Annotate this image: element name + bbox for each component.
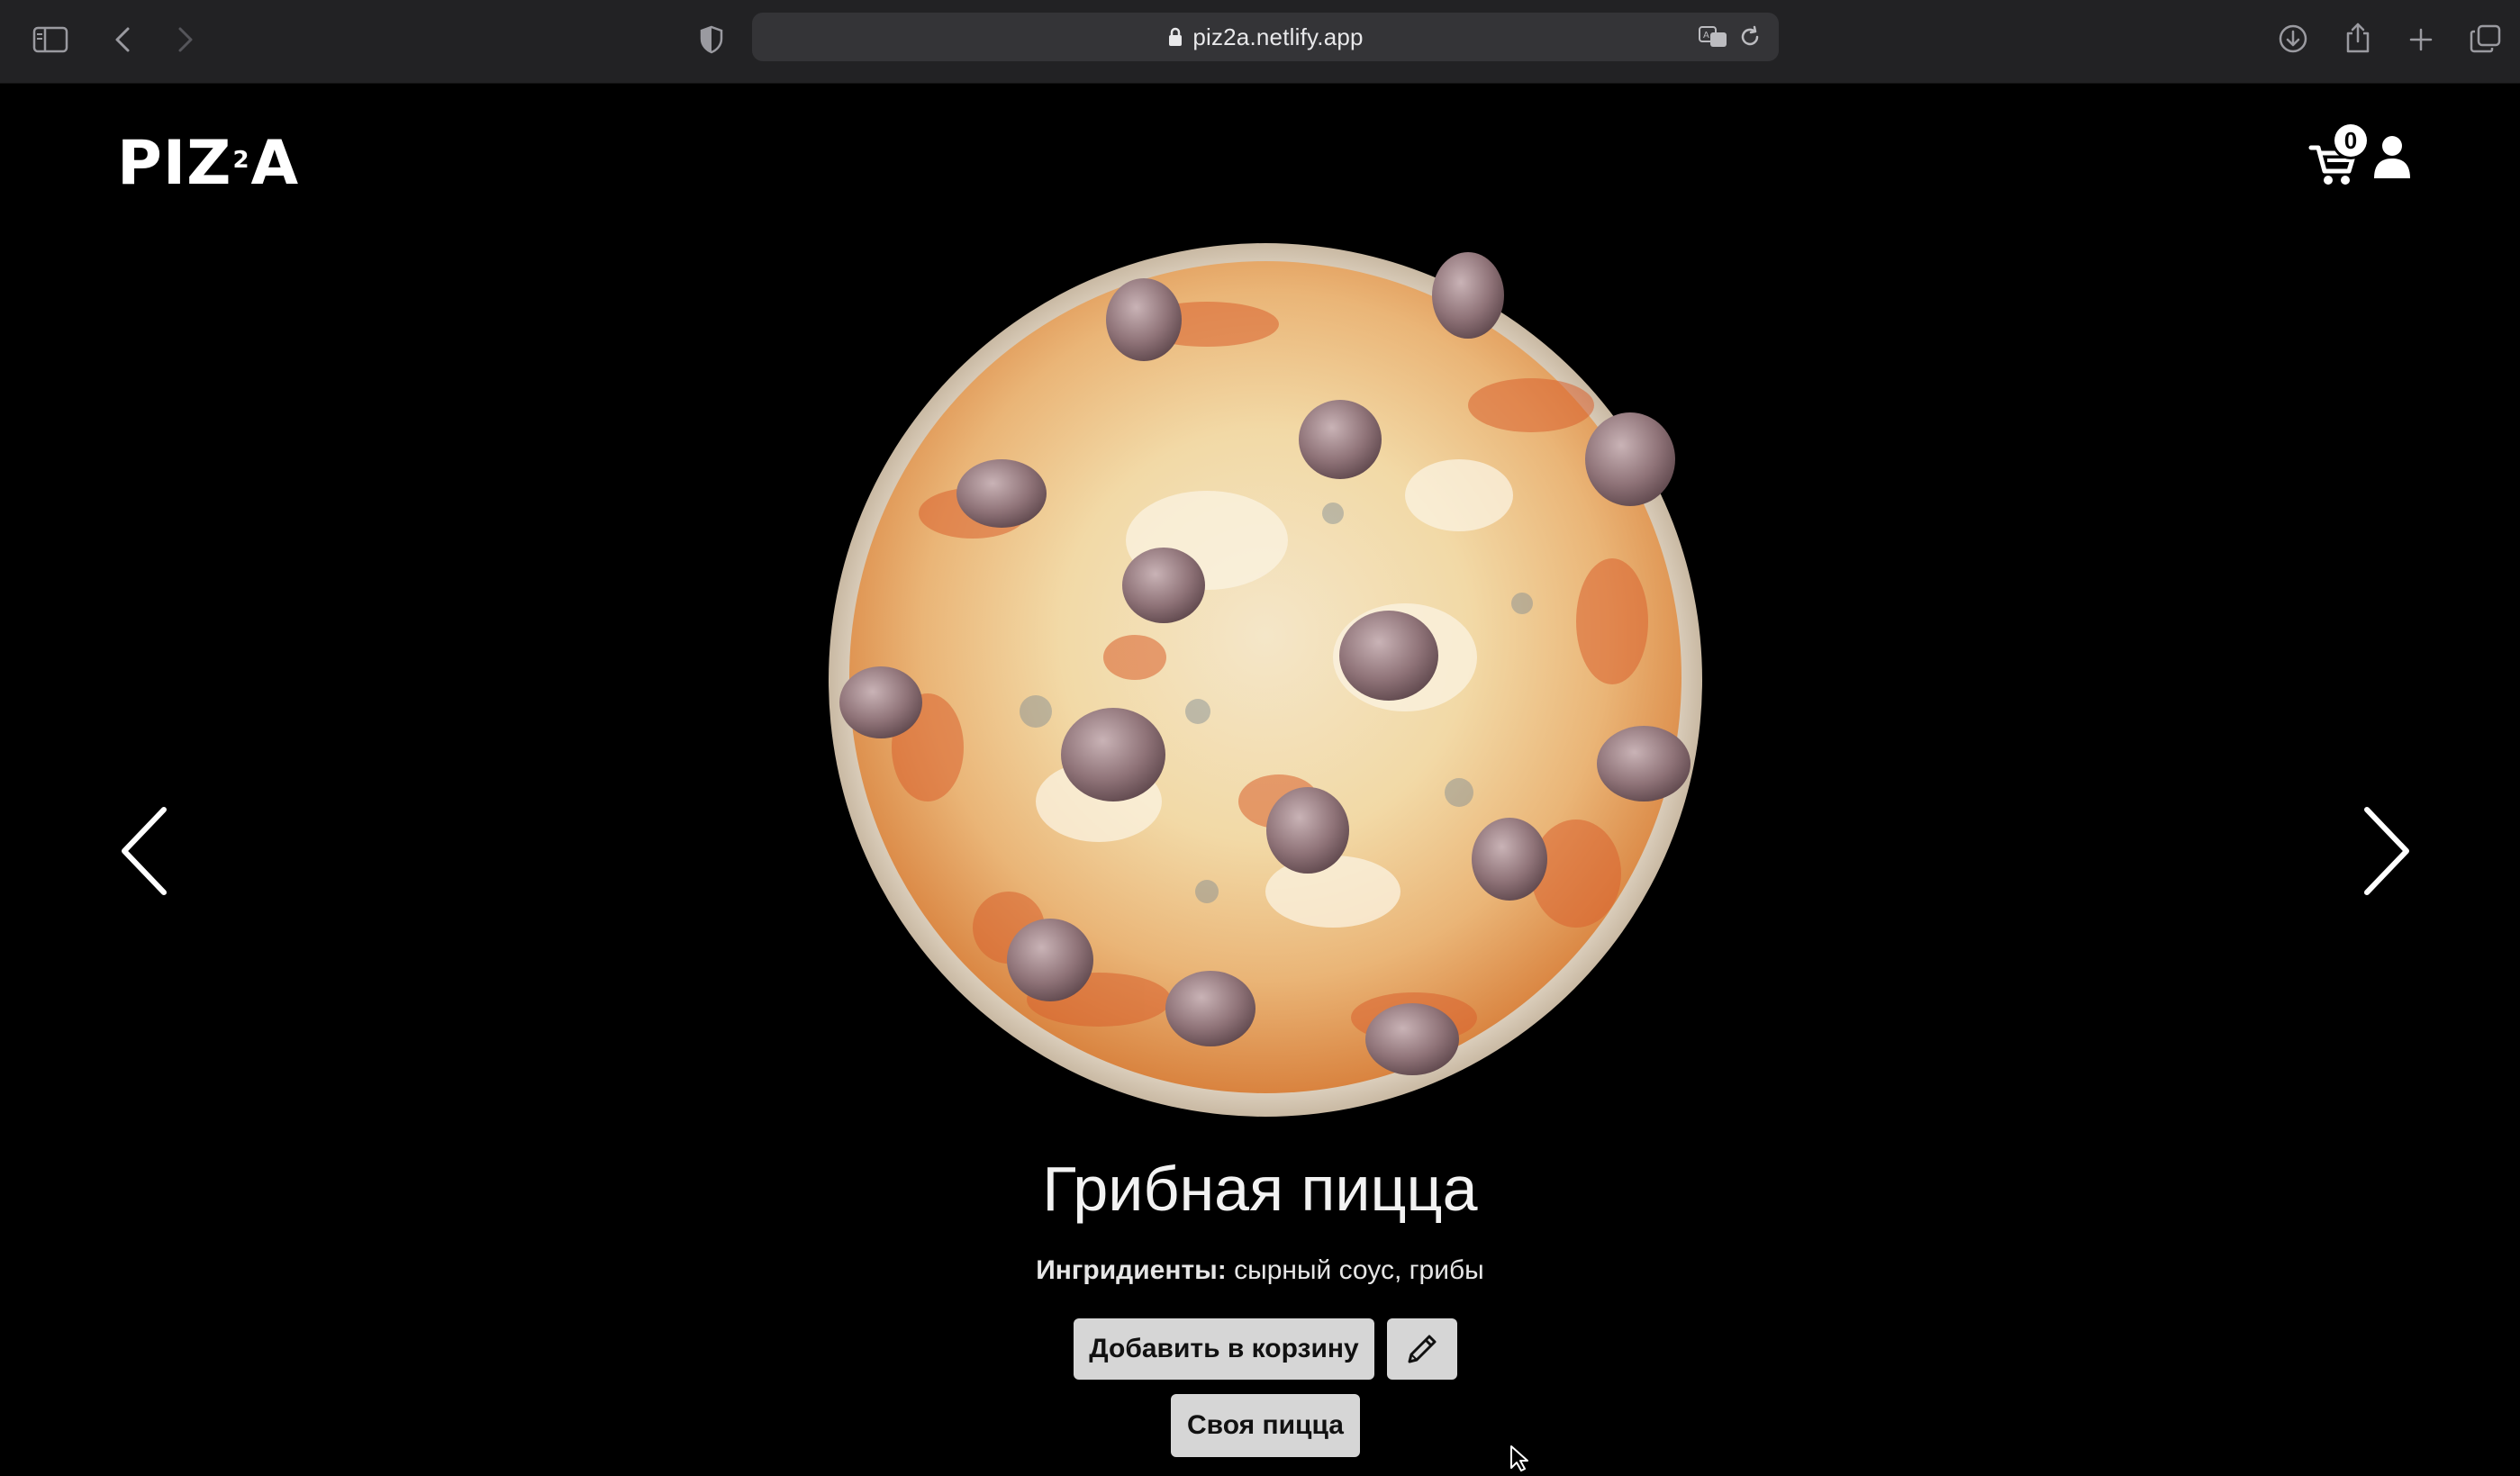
new-tab-plus-icon[interactable] bbox=[2403, 20, 2439, 59]
sidebar-icon[interactable] bbox=[31, 20, 70, 59]
forward-chevron-icon[interactable] bbox=[169, 20, 202, 59]
ingredients-line: Ингридиенты: сырный соус, грибы bbox=[0, 1255, 2520, 1286]
reload-icon[interactable] bbox=[1734, 18, 1766, 56]
prev-pizza-arrow-icon[interactable] bbox=[113, 801, 176, 901]
back-chevron-icon[interactable] bbox=[106, 20, 139, 59]
shield-icon[interactable] bbox=[693, 20, 730, 59]
share-icon[interactable] bbox=[2340, 16, 2376, 59]
cart-count-badge: 0 bbox=[2334, 124, 2367, 157]
next-pizza-arrow-icon[interactable] bbox=[2355, 801, 2418, 901]
logo-text-left: PIZ bbox=[117, 128, 232, 199]
user-icon[interactable] bbox=[2369, 133, 2416, 180]
address-bar[interactable]: piz2a.netlify.app A bbox=[752, 13, 1779, 61]
add-to-cart-button[interactable]: Добавить в корзину bbox=[1074, 1318, 1374, 1380]
url-text: piz2a.netlify.app bbox=[1192, 23, 1364, 50]
download-icon[interactable] bbox=[2275, 18, 2311, 59]
ingredients-value: сырный соус, грибы bbox=[1234, 1255, 1484, 1285]
translate-icon[interactable]: A bbox=[1696, 18, 1732, 56]
edit-pizza-button[interactable] bbox=[1387, 1318, 1457, 1380]
pizza-title: Грибная пицца bbox=[1042, 1154, 1478, 1224]
pizza-image bbox=[829, 243, 1702, 1117]
pencil-icon bbox=[1402, 1329, 1442, 1369]
logo-superscript: 2 bbox=[232, 147, 250, 174]
svg-text:A: A bbox=[1703, 31, 1709, 41]
lock-icon bbox=[1167, 26, 1183, 48]
logo-text-right: A bbox=[250, 128, 300, 199]
ingredients-label: Ингридиенты: bbox=[1036, 1255, 1227, 1285]
custom-pizza-button[interactable]: Своя пицца bbox=[1171, 1394, 1360, 1457]
browser-toolbar: piz2a.netlify.app A bbox=[0, 0, 2520, 84]
site-logo[interactable]: PIZ2A bbox=[117, 133, 299, 195]
tabs-overview-icon[interactable] bbox=[2466, 18, 2506, 59]
